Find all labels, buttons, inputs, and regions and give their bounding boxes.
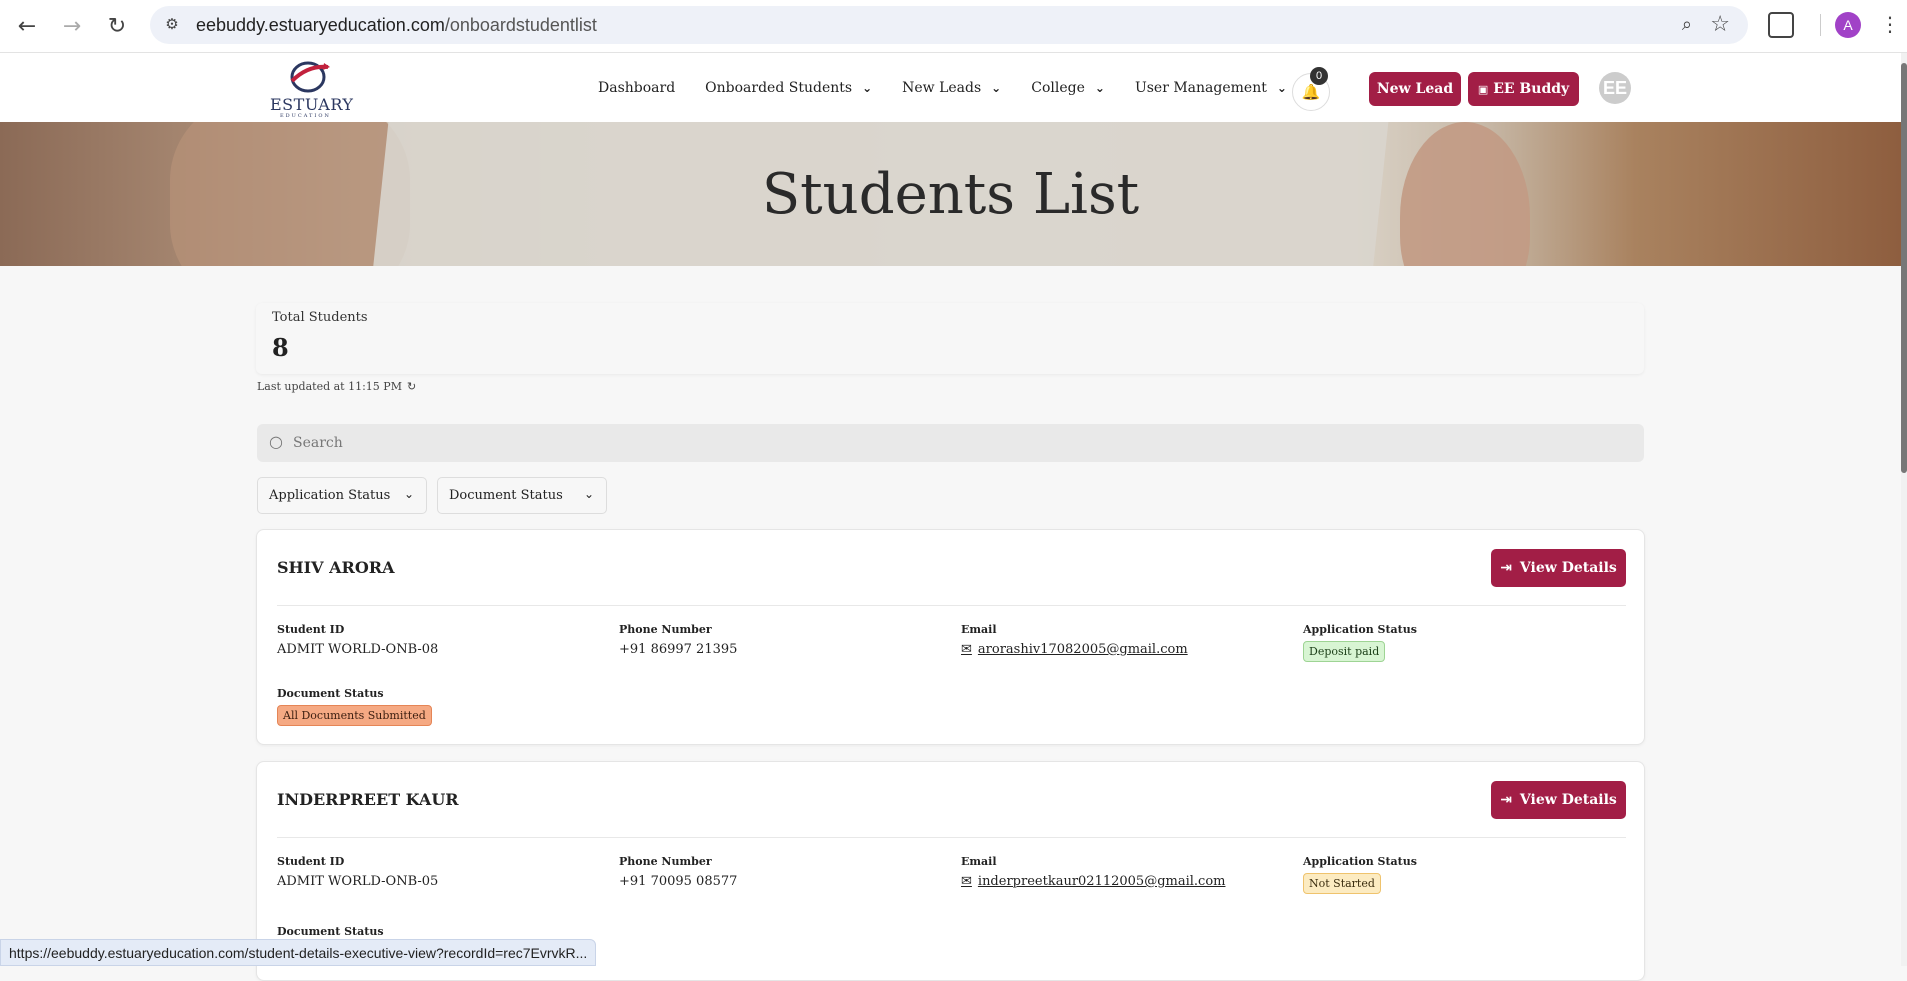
page-scrollbar[interactable] [1901, 53, 1907, 966]
last-updated: Last updated at 11:15 PM ↻ [257, 380, 416, 393]
student-name: SHIV ARORA [277, 558, 395, 577]
refresh-icon[interactable]: ↻ [407, 380, 416, 393]
notification-count-badge: 0 [1310, 67, 1328, 85]
logo-subtext: EDUCATION [280, 113, 331, 119]
total-students-value: 8 [272, 333, 289, 362]
nav-user-management[interactable]: User Management ⌄ [1135, 80, 1287, 96]
login-arrow-icon: ⇥ [1500, 792, 1512, 808]
estuary-logo[interactable]: ESTUARY EDUCATION [268, 59, 353, 119]
logo-swoosh-icon [290, 61, 330, 93]
student-id-label: Student ID [277, 623, 345, 636]
student-id-value: ADMIT WORLD-ONB-08 [277, 642, 439, 657]
view-details-label: View Details [1519, 792, 1617, 808]
site-settings-icon[interactable]: ⚙ [162, 15, 182, 35]
profile-avatar[interactable]: A [1835, 12, 1861, 38]
nav-label: Onboarded Students [705, 79, 853, 96]
email-link[interactable]: ✉ arorashiv17082005@gmail.com [961, 642, 1188, 657]
document-status-label: Document Status [277, 687, 384, 700]
app-header: ESTUARY EDUCATION Dashboard Onboarded St… [0, 53, 1907, 122]
url-domain: eebuddy.estuaryeducation.com [196, 15, 445, 35]
nav-onboarded-students[interactable]: Onboarded Students ⌄ [705, 80, 872, 96]
nav-new-leads[interactable]: New Leads ⌄ [902, 80, 1001, 96]
bookmark-star-icon[interactable]: ☆ [1710, 12, 1730, 37]
chevron-down-icon: ⌄ [991, 80, 1002, 95]
link-status-bar: https://eebuddy.estuaryeducation.com/stu… [0, 939, 597, 966]
email-value: arorashiv17082005@gmail.com [977, 642, 1188, 657]
last-updated-text: Last updated at 11:15 PM [257, 380, 402, 393]
chevron-down-icon: ⌄ [403, 487, 414, 501]
mail-icon: ✉ [961, 874, 972, 889]
phone-label: Phone Number [619, 855, 712, 868]
new-lead-button[interactable]: New Lead [1369, 72, 1461, 106]
email-value: inderpreetkaur02112005@gmail.com [977, 874, 1226, 889]
application-status-badge: Deposit paid [1303, 641, 1386, 662]
nav-dashboard[interactable]: Dashboard [598, 80, 675, 96]
forward-arrow-icon[interactable]: → [54, 8, 90, 44]
page-title: Students List [761, 162, 1140, 227]
ee-buddy-button[interactable]: ▣ EE Buddy [1468, 72, 1579, 106]
search-bar: ○ [257, 424, 1644, 462]
zoom-icon[interactable]: ⌕ [1682, 14, 1692, 35]
card-divider [277, 605, 1626, 606]
chevron-down-icon: ⌄ [583, 487, 594, 501]
scrollbar-thumb[interactable] [1901, 63, 1907, 473]
total-students-card: Total Students 8 [256, 303, 1644, 374]
login-arrow-icon: ⇥ [1500, 560, 1512, 576]
student-id-value: ADMIT WORLD-ONB-05 [277, 874, 439, 889]
filter-label: Application Status [269, 488, 391, 503]
phone-label: Phone Number [619, 623, 712, 636]
application-status-label: Application Status [1303, 623, 1417, 636]
card-divider [277, 837, 1626, 838]
student-id-label: Student ID [277, 855, 345, 868]
address-url[interactable]: eebuddy.estuaryeducation.com/onboardstud… [196, 15, 597, 36]
email-link[interactable]: ✉ inderpreetkaur02112005@gmail.com [961, 874, 1225, 889]
application-status-filter[interactable]: Application Status ⌄ [257, 477, 427, 514]
document-status-badge: All Documents Submitted [277, 705, 432, 726]
nav-label: User Management [1134, 79, 1267, 96]
back-arrow-icon[interactable]: ← [9, 8, 45, 44]
phone-value: +91 86997 21395 [619, 642, 738, 657]
bot-icon: ▣ [1477, 82, 1489, 96]
toolbar-divider [1820, 14, 1821, 36]
user-avatar[interactable]: EE [1599, 72, 1631, 104]
nav-label: New Leads [902, 79, 982, 96]
reload-icon[interactable]: ↻ [99, 8, 135, 44]
total-students-label: Total Students [272, 310, 368, 325]
view-details-button[interactable]: ⇥ View Details [1491, 549, 1626, 587]
application-status-badge: Not Started [1303, 873, 1381, 894]
student-name: INDERPREET KAUR [277, 790, 459, 809]
chevron-down-icon: ⌄ [862, 80, 873, 95]
document-status-filter[interactable]: Document Status ⌄ [437, 477, 607, 514]
logo-text: ESTUARY [270, 95, 354, 114]
ee-buddy-label: EE Buddy [1493, 81, 1570, 97]
url-path: /onboardstudentlist [444, 15, 597, 35]
chevron-down-icon: ⌄ [1276, 80, 1287, 95]
address-bar[interactable]: ⚙ eebuddy.estuaryeducation.com/onboardst… [150, 6, 1748, 44]
view-details-button[interactable]: ⇥ View Details [1491, 781, 1626, 819]
chevron-down-icon: ⌄ [1094, 80, 1105, 95]
student-card: SHIV ARORA ⇥ View Details Student ID ADMI… [256, 529, 1645, 745]
email-label: Email [961, 855, 997, 868]
filter-label: Document Status [449, 488, 563, 503]
nav-label: Dashboard [598, 79, 676, 96]
email-label: Email [961, 623, 997, 636]
hero-banner: Students List [0, 122, 1901, 266]
extensions-icon[interactable] [1768, 12, 1794, 38]
document-status-label: Document Status [277, 925, 384, 938]
view-details-label: View Details [1519, 560, 1617, 576]
browser-menu-icon[interactable]: ⋮ [1880, 12, 1900, 36]
search-icon: ○ [269, 432, 283, 451]
application-status-label: Application Status [1303, 855, 1417, 868]
phone-value: +91 70095 08577 [619, 874, 738, 889]
search-input[interactable] [293, 424, 1623, 462]
browser-toolbar: ← → ↻ ⚙ eebuddy.estuaryeducation.com/onb… [0, 0, 1907, 53]
mail-icon: ✉ [961, 642, 972, 657]
nav-college[interactable]: College ⌄ [1031, 80, 1105, 96]
main-navigation: Dashboard Onboarded Students ⌄ New Leads ⌄… [598, 53, 1317, 122]
nav-label: College [1031, 79, 1085, 96]
